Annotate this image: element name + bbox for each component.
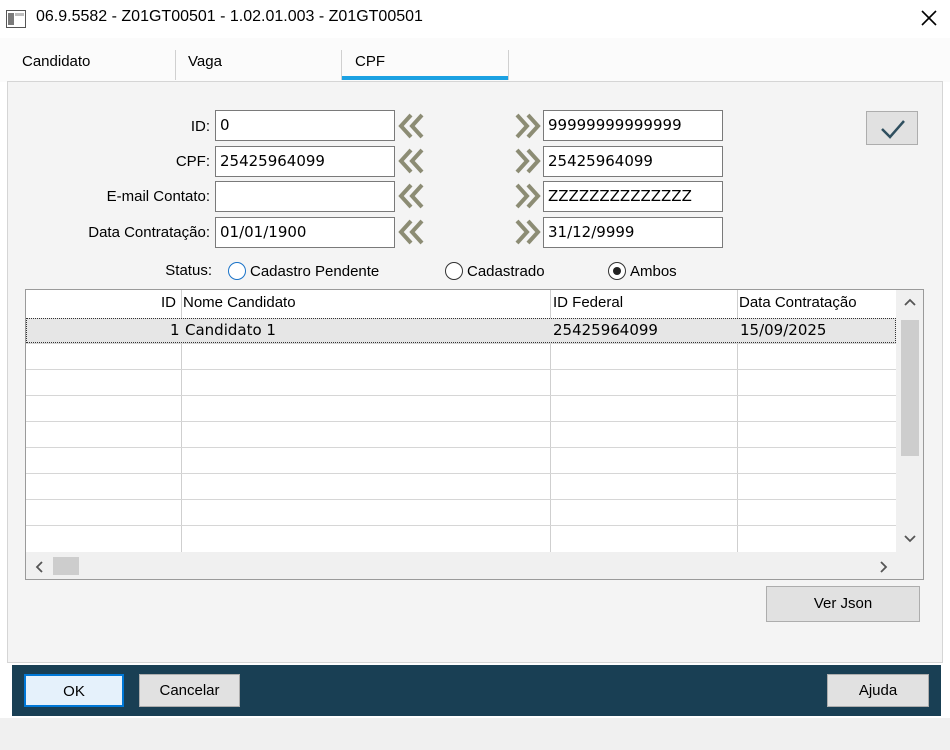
row-divider	[26, 421, 896, 422]
cell-nome: Candidato 1	[185, 321, 276, 339]
results-grid[interactable]: ID Nome Candidato ID Federal Data Contra…	[25, 289, 924, 580]
chevron-left-icon[interactable]	[34, 560, 44, 574]
column-header-data[interactable]: Data Contratação	[739, 294, 857, 311]
tab-divider	[175, 50, 176, 80]
radio-ambos[interactable]	[608, 262, 626, 280]
title-bar: 06.9.5582 - Z01GT00501 - 1.02.01.003 - Z…	[0, 0, 950, 38]
help-button[interactable]: Ajuda	[827, 674, 929, 707]
row-divider	[26, 395, 896, 396]
cpf-from-input[interactable]: 25425964099	[215, 146, 395, 177]
tab-divider	[508, 50, 509, 80]
id-from-input[interactable]: 0	[215, 110, 395, 141]
double-chevron-right-icon[interactable]	[512, 146, 542, 176]
vertical-scrollbar[interactable]	[896, 290, 923, 552]
radio-cadastro-pendente-label: Cadastro Pendente	[250, 263, 380, 280]
cancel-button[interactable]: Cancelar	[139, 674, 240, 707]
status-label: Status:	[165, 262, 212, 279]
row-divider	[26, 473, 896, 474]
radio-dot	[612, 266, 621, 275]
chevron-down-icon[interactable]	[903, 534, 917, 544]
double-chevron-left-icon[interactable]	[397, 111, 427, 141]
tab-vaga[interactable]: Vaga	[188, 53, 222, 70]
active-tab-indicator	[342, 76, 508, 80]
column-header-nome[interactable]: Nome Candidato	[183, 294, 296, 311]
tab-candidato[interactable]: Candidato	[22, 53, 90, 70]
double-chevron-left-icon[interactable]	[397, 181, 427, 211]
data-contratacao-from-input[interactable]: 01/01/1900	[215, 217, 395, 248]
cell-data: 15/09/2025	[740, 321, 827, 339]
column-header-id-federal[interactable]: ID Federal	[553, 294, 623, 311]
double-chevron-left-icon[interactable]	[397, 146, 427, 176]
double-chevron-right-icon[interactable]	[512, 217, 542, 247]
row-divider	[26, 499, 896, 500]
email-from-input[interactable]	[215, 181, 395, 212]
cell-id-federal: 25425964099	[553, 321, 658, 339]
email-to-input[interactable]: ZZZZZZZZZZZZZZ	[543, 181, 723, 212]
cpf-to-input[interactable]: 25425964099	[543, 146, 723, 177]
id-to-input[interactable]: 99999999999999	[543, 110, 723, 141]
horizontal-scrollbar[interactable]	[26, 552, 923, 579]
vertical-scroll-thumb[interactable]	[901, 320, 919, 456]
row-divider	[26, 525, 896, 526]
double-chevron-right-icon[interactable]	[512, 181, 542, 211]
cell-id: 1	[170, 321, 180, 339]
column-header-id[interactable]: ID	[161, 294, 176, 311]
tab-cpf[interactable]: CPF	[355, 53, 385, 70]
confirm-button[interactable]	[866, 111, 918, 145]
double-chevron-left-icon[interactable]	[397, 217, 427, 247]
radio-cadastrado-label: Cadastrado	[467, 263, 545, 280]
status-strip	[0, 718, 950, 750]
row-divider	[26, 343, 896, 344]
close-icon[interactable]	[919, 8, 939, 28]
chevron-up-icon[interactable]	[903, 297, 917, 307]
app-window-icon	[6, 10, 26, 28]
window-title: 06.9.5582 - Z01GT00501 - 1.02.01.003 - Z…	[36, 8, 423, 25]
radio-cadastrado[interactable]	[445, 262, 463, 280]
data-contratacao-label: Data Contratação:	[88, 224, 210, 241]
radio-cadastro-pendente[interactable]	[228, 262, 246, 280]
email-label: E-mail Contato:	[106, 188, 210, 205]
ok-button[interactable]: OK	[24, 674, 124, 707]
radio-ambos-label: Ambos	[630, 263, 677, 280]
cpf-label: CPF:	[175, 153, 210, 170]
double-chevron-right-icon[interactable]	[512, 111, 542, 141]
id-label: ID:	[190, 118, 210, 135]
horizontal-scroll-thumb[interactable]	[53, 557, 79, 575]
data-contratacao-to-input[interactable]: 31/12/9999	[543, 217, 723, 248]
checkmark-icon	[881, 120, 905, 139]
row-divider	[26, 447, 896, 448]
ver-json-button[interactable]: Ver Json	[766, 586, 920, 622]
row-divider	[26, 369, 896, 370]
chevron-right-icon[interactable]	[879, 560, 889, 574]
